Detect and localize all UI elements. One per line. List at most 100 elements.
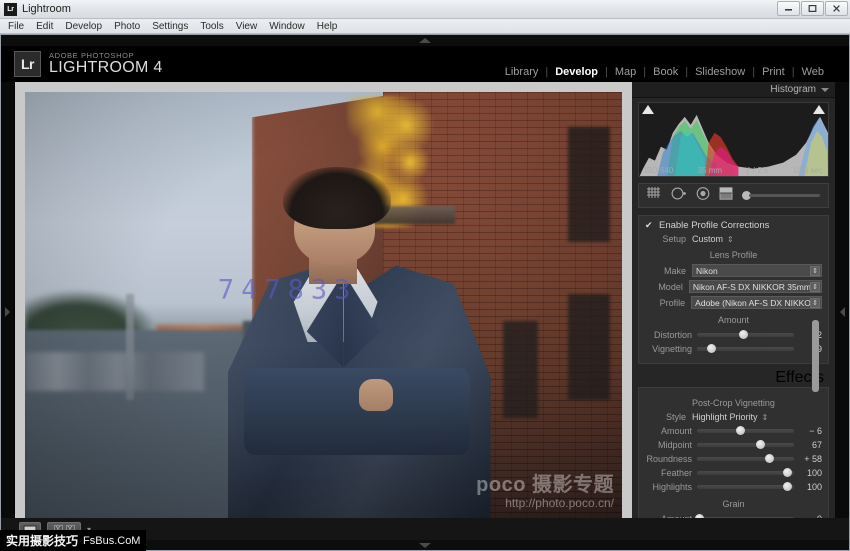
- red-eye-correction-icon[interactable]: [696, 186, 710, 205]
- brand-title: LIGHTROOM 4: [49, 58, 163, 76]
- brush-size-slider[interactable]: [742, 191, 820, 200]
- dropdown-arrow-icon[interactable]: ⇕: [810, 282, 820, 292]
- make-row[interactable]: Make Nikon ⇕: [645, 264, 822, 277]
- pcv-amount-label: Amount: [660, 426, 692, 436]
- os-titlebar: Lr Lightroom: [0, 0, 850, 19]
- menu-item-view[interactable]: View: [236, 21, 258, 32]
- highlight-clipping-icon[interactable]: [813, 105, 825, 114]
- module-slideshow[interactable]: Slideshow: [688, 66, 752, 78]
- enable-profile-corrections-label: Enable Profile Corrections: [659, 220, 770, 231]
- menu-item-tools[interactable]: Tools: [200, 21, 223, 32]
- chevron-right-icon: [5, 307, 10, 317]
- develop-tool-strip: [638, 183, 829, 208]
- brush-size-track[interactable]: [749, 194, 820, 197]
- module-library[interactable]: Library: [498, 66, 546, 78]
- pcv-highlights-knob[interactable]: [782, 482, 792, 491]
- profile-row[interactable]: Profile Adobe (Nikon AF-S DX NIKKO... ⇕: [645, 296, 822, 309]
- pcv-amount-row[interactable]: Amount − 6: [645, 425, 822, 437]
- menu-item-help[interactable]: Help: [317, 21, 338, 32]
- module-book[interactable]: Book: [646, 66, 685, 78]
- pcv-midpoint-knob[interactable]: [755, 440, 765, 449]
- distortion-label: Distortion: [653, 330, 692, 340]
- left-panel-toggle[interactable]: [1, 82, 15, 542]
- pcv-feather-label: Feather: [660, 468, 692, 478]
- menu-item-edit[interactable]: Edit: [36, 21, 53, 32]
- model-dropdown[interactable]: Nikon AF-S DX NIKKOR 35mm... ⇕: [688, 280, 822, 293]
- make-dropdown[interactable]: Nikon ⇕: [692, 264, 822, 277]
- style-row[interactable]: Style Highlight Priority ⇕: [645, 412, 822, 422]
- photo-window: [568, 127, 611, 242]
- graduated-filter-icon[interactable]: [719, 186, 733, 205]
- module-web[interactable]: Web: [795, 66, 831, 78]
- menu-item-settings[interactable]: Settings: [152, 21, 188, 32]
- right-panel-scrollbar[interactable]: [812, 320, 819, 392]
- chevron-down-icon[interactable]: [821, 87, 829, 92]
- minimize-button[interactable]: [777, 1, 800, 16]
- top-panel-toggle[interactable]: [1, 35, 849, 46]
- pcv-feather-row[interactable]: Feather 100: [645, 467, 822, 479]
- pcv-midpoint-row[interactable]: Midpoint 67: [645, 439, 822, 451]
- maximize-button[interactable]: [801, 1, 824, 16]
- pcv-feather-knob[interactable]: [782, 468, 792, 477]
- updown-caret-icon[interactable]: ⇕: [727, 235, 734, 244]
- distortion-knob[interactable]: [739, 330, 749, 339]
- pcv-highlights-track[interactable]: [697, 482, 794, 491]
- updown-caret-icon[interactable]: ⇕: [762, 413, 769, 422]
- photo-preview[interactable]: 747833 poco 摄影专题 http://photo.poco.cn/: [25, 92, 622, 532]
- photo-lamppost: [126, 294, 134, 400]
- menu-item-photo[interactable]: Photo: [114, 21, 140, 32]
- module-develop[interactable]: Develop: [548, 66, 605, 78]
- effects-header[interactable]: Effects: [632, 369, 835, 386]
- dropdown-arrow-icon[interactable]: ⇕: [810, 298, 820, 308]
- pcv-amount-track[interactable]: [697, 426, 794, 435]
- histogram-graph[interactable]: ISO 640 35 mm ƒ / 2.5 1/50 sec: [638, 102, 829, 177]
- vignetting-knob[interactable]: [707, 344, 717, 353]
- style-value[interactable]: Highlight Priority: [692, 412, 758, 422]
- identity-plate: ADOBE PHOTOSHOP LIGHTROOM 4: [49, 51, 163, 77]
- right-panel-toggle[interactable]: [835, 82, 849, 542]
- setup-row[interactable]: Setup Custom ⇕: [645, 234, 822, 244]
- site-watermark-english: FsBus.CoM: [83, 534, 141, 547]
- crop-overlay-icon[interactable]: [647, 186, 662, 205]
- make-label: Make: [663, 265, 686, 276]
- pcv-highlights-row[interactable]: Highlights 100: [645, 481, 822, 493]
- pcv-amount-value: − 6: [809, 426, 822, 436]
- identity-header: Lr ADOBE PHOTOSHOP LIGHTROOM 4 Library |…: [1, 46, 849, 82]
- pcv-roundness-knob[interactable]: [765, 454, 775, 463]
- model-row[interactable]: Model Nikon AF-S DX NIKKOR 35mm... ⇕: [645, 280, 822, 293]
- vignetting-slider-row[interactable]: Vignetting 19: [645, 343, 822, 355]
- dropdown-arrow-icon[interactable]: ⇕: [810, 266, 820, 276]
- profile-dropdown[interactable]: Adobe (Nikon AF-S DX NIKKO... ⇕: [691, 296, 822, 309]
- pcv-midpoint-track[interactable]: [697, 440, 794, 449]
- photo-window: [568, 294, 611, 400]
- shadow-clipping-icon[interactable]: [642, 105, 654, 114]
- pcv-roundness-label: Roundness: [646, 454, 692, 464]
- spot-removal-icon[interactable]: [671, 187, 687, 205]
- pcv-roundness-track[interactable]: [697, 454, 794, 463]
- menu-item-develop[interactable]: Develop: [65, 21, 102, 32]
- lightroom-logo: Lr: [14, 51, 41, 77]
- pcv-feather-track[interactable]: [697, 468, 794, 477]
- setup-value[interactable]: Custom: [692, 234, 723, 244]
- lightroom-window: Lr Lightroom File Edit Develop Photo Set…: [0, 0, 850, 551]
- distortion-slider-row[interactable]: Distortion 82: [645, 329, 822, 341]
- image-stage[interactable]: 747833 poco 摄影专题 http://photo.poco.cn/: [15, 82, 632, 542]
- post-crop-vignetting-caption: Post-Crop Vignetting: [692, 398, 775, 408]
- pcv-roundness-row[interactable]: Roundness + 58: [645, 453, 822, 465]
- enable-profile-corrections-row[interactable]: ✔ Enable Profile Corrections: [645, 220, 822, 231]
- window-controls: [777, 1, 848, 16]
- exif-shutter: 1/50 sec: [792, 166, 823, 175]
- histogram-header[interactable]: Histogram: [632, 82, 835, 98]
- menu-item-window[interactable]: Window: [269, 21, 305, 32]
- site-watermark-chinese: 实用摄影技巧: [6, 534, 79, 548]
- module-map[interactable]: Map: [608, 66, 643, 78]
- exif-focal: 35 mm: [697, 166, 723, 175]
- module-print[interactable]: Print: [755, 66, 792, 78]
- menu-item-file[interactable]: File: [8, 21, 24, 32]
- distortion-track[interactable]: [697, 330, 794, 339]
- vignetting-track[interactable]: [697, 344, 794, 353]
- pcv-amount-knob[interactable]: [736, 426, 746, 435]
- checkbox-checked-icon[interactable]: ✔: [645, 221, 654, 230]
- site-watermark: 实用摄影技巧 FsBus.CoM: [0, 530, 147, 551]
- close-button[interactable]: [825, 1, 848, 16]
